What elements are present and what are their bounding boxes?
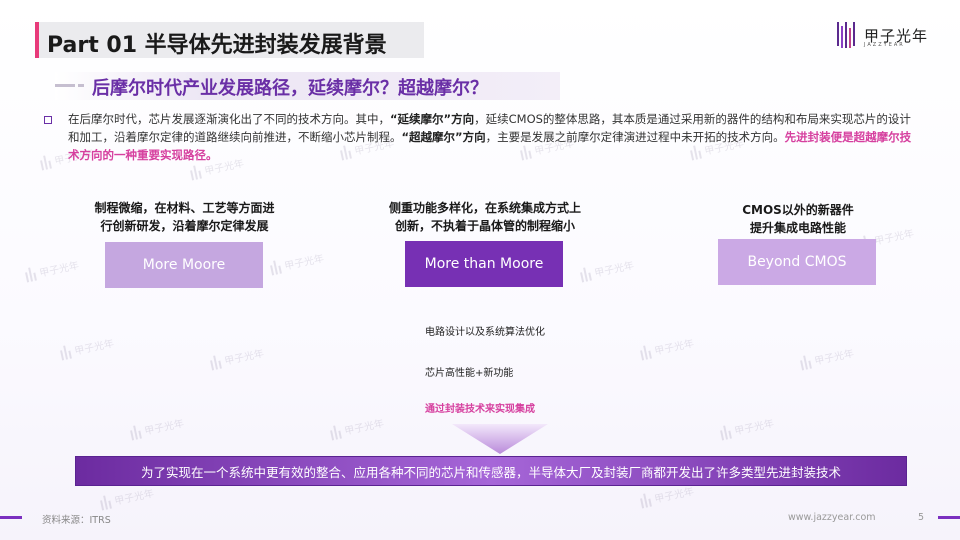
beyond-cmos-description: CMOS以外的新器件 提升集成电路性能 xyxy=(698,201,898,237)
description-line: 创新，不执着于晶体管的制程缩小 xyxy=(394,219,575,233)
section-subtitle: 后摩尔时代产业发展路径，延续摩尔？超越摩尔？ xyxy=(92,78,488,99)
website-link[interactable]: www.jazzyear.com xyxy=(788,512,876,523)
paragraph-text: 在后摩尔时代，芯片发展逐渐演化出了不同的技术方向。其中， xyxy=(68,112,390,126)
more-moore-box: More Moore xyxy=(105,242,263,288)
paragraph-text: ，主要是发展之前摩尔定律演进过程中未开拓的技术方向。 xyxy=(485,130,785,144)
description-line: 提升集成电路性能 xyxy=(749,221,846,235)
brand-subname: JAZZYEAR xyxy=(864,42,905,48)
page-title: Part 01 半导体先进封装发展背景 xyxy=(47,33,387,58)
more-than-moore-description: 侧重功能多样化，在系统集成方式上 创新，不执着于晶体管的制程缩小 xyxy=(370,199,600,235)
description-line: 行创新研发，沿着摩尔定律发展 xyxy=(100,219,269,233)
page-number: 5 xyxy=(918,512,925,523)
note-packaging-integration: 通过封装技术来实现集成 xyxy=(425,404,535,415)
subtitle-decoration xyxy=(55,84,75,87)
conclusion-banner: 为了实现在一个系统中更有效的整合、应用各种不同的芯片和传感器，半导体大厂及封装厂… xyxy=(75,456,907,486)
description-line: 侧重功能多样化，在系统集成方式上 xyxy=(388,201,581,215)
brand-logo-icon xyxy=(837,22,855,48)
beyond-cmos-box: Beyond CMOS xyxy=(718,239,876,285)
data-source: 资料来源：ITRS xyxy=(42,515,111,526)
more-than-moore-box: More than Moore xyxy=(405,241,563,287)
footer-accent xyxy=(0,516,22,519)
description-line: 制程微缩，在材料、工艺等方面进 xyxy=(94,201,275,215)
note-chip-performance: 芯片高性能+新功能 xyxy=(425,368,514,379)
brand-logo: 甲子光年 JAZZYEAR xyxy=(836,20,928,50)
paragraph-bold: “超越摩尔”方向 xyxy=(401,130,486,144)
subtitle-decoration xyxy=(78,84,84,87)
down-arrow-icon xyxy=(452,424,548,454)
description-line: CMOS以外的新器件 xyxy=(742,203,854,217)
note-circuit-design: 电路设计以及系统算法优化 xyxy=(425,327,545,338)
paragraph-bold: “延续摩尔”方向 xyxy=(390,112,475,126)
footer-accent xyxy=(938,516,960,519)
bullet-square-icon xyxy=(44,116,52,124)
more-moore-description: 制程微缩，在材料、工艺等方面进 行创新研发，沿着摩尔定律发展 xyxy=(72,199,297,235)
intro-paragraph: 在后摩尔时代，芯片发展逐渐演化出了不同的技术方向。其中，“延续摩尔”方向，延续C… xyxy=(68,110,920,164)
